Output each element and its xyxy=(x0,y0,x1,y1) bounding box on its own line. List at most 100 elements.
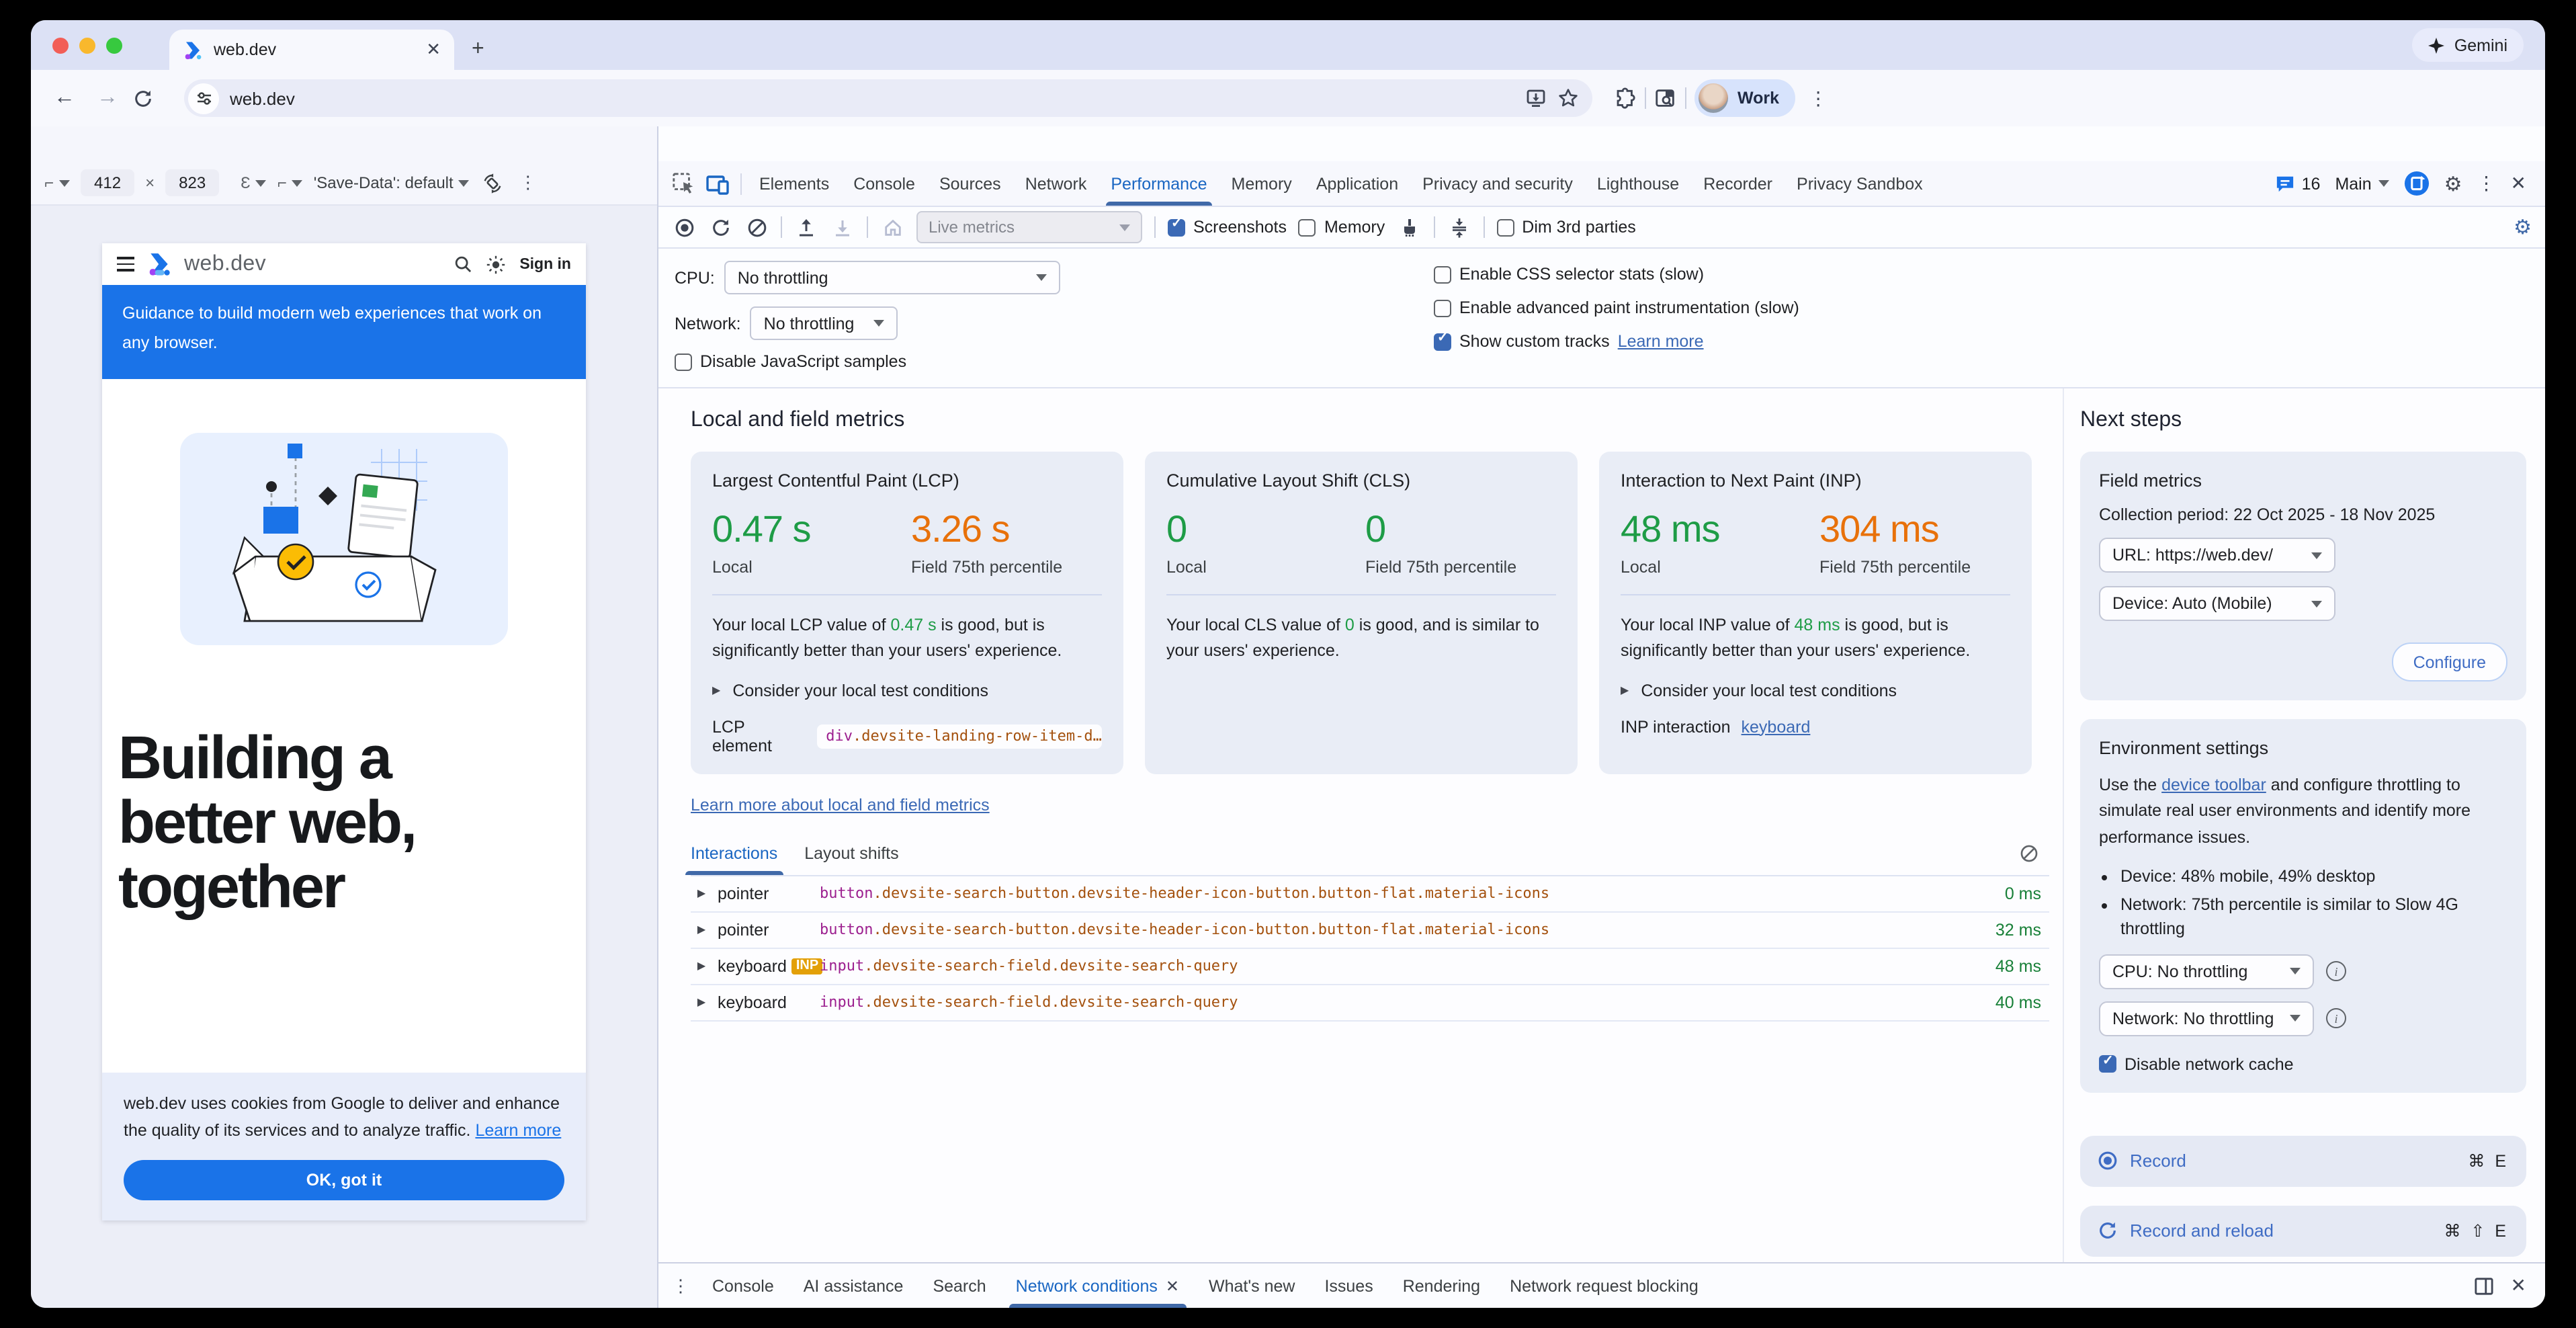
device-width-input[interactable]: 412 xyxy=(81,169,134,196)
theme-toggle-icon[interactable] xyxy=(486,255,505,274)
custom-tracks-checkbox[interactable]: Show custom tracks Learn more xyxy=(1434,332,1799,351)
drawer-tab-rendering[interactable]: Rendering xyxy=(1388,1263,1495,1308)
device-posture-icon[interactable] xyxy=(2404,171,2430,196)
tab-console[interactable]: Console xyxy=(841,161,927,206)
interaction-row[interactable]: ▶ pointer button.devsite-search-button.d… xyxy=(691,876,2049,912)
inp-interaction-link[interactable]: keyboard xyxy=(1742,717,1811,736)
cpu-info-icon[interactable]: i xyxy=(2326,961,2346,981)
inspect-element-icon[interactable] xyxy=(665,166,700,201)
disable-network-cache-box[interactable] xyxy=(2099,1055,2116,1073)
metrics-learn-more-link[interactable]: Learn more about local and field metrics xyxy=(691,795,990,814)
cookie-ok-button[interactable]: OK, got it xyxy=(124,1160,564,1200)
interaction-row[interactable]: ▶ keyboardINP input.devsite-search-field… xyxy=(691,948,2049,985)
tab-memory[interactable]: Memory xyxy=(1219,161,1304,206)
record-and-reload-button[interactable]: Record and reload ⌘ ⇧ E xyxy=(2080,1205,2526,1256)
device-type-select[interactable]: ⌐ xyxy=(44,173,70,192)
screenshots-checkbox[interactable]: Screenshots xyxy=(1168,218,1287,237)
throttle-select[interactable]: ⌐ xyxy=(277,173,303,192)
css-selector-stats-box[interactable] xyxy=(1434,265,1451,283)
profile-button[interactable]: Work xyxy=(1694,79,1795,117)
tab-layout-shifts[interactable]: Layout shifts xyxy=(804,833,898,874)
capture-settings-icon[interactable]: ⚙ xyxy=(2514,215,2532,239)
url-bar[interactable]: web.dev xyxy=(184,79,1592,117)
record-icon[interactable] xyxy=(672,217,696,237)
drawer-tab-whats-new[interactable]: What's new xyxy=(1194,1263,1310,1308)
cookie-learn-more-link[interactable]: Learn more xyxy=(475,1121,561,1140)
webdev-logo-text[interactable]: web.dev xyxy=(184,252,266,276)
lcp-element-link[interactable]: div.devsite-landing-row-item-d… xyxy=(816,724,1102,748)
device-toolbar-menu-icon[interactable]: ⋮ xyxy=(514,172,542,194)
row-expand-icon[interactable]: ▶ xyxy=(691,887,712,899)
devtools-settings-icon[interactable]: ⚙ xyxy=(2444,171,2462,196)
tab-close-icon[interactable]: ✕ xyxy=(426,39,441,60)
interaction-row[interactable]: ▶ pointer button.devsite-search-button.d… xyxy=(691,912,2049,948)
disable-js-samples-checkbox[interactable]: Disable JavaScript samples xyxy=(675,352,1434,371)
drawer-tab-close-icon[interactable]: ✕ xyxy=(1166,1276,1179,1295)
device-toolbar-toggle-icon[interactable] xyxy=(700,166,735,201)
minimize-window-button[interactable] xyxy=(79,38,95,54)
dock-side-icon[interactable] xyxy=(2475,1276,2495,1295)
clear-log-icon[interactable] xyxy=(2020,844,2038,863)
record-button[interactable]: Record ⌘ E xyxy=(2080,1135,2526,1186)
paint-instrumentation-checkbox[interactable]: Enable advanced paint instrumentation (s… xyxy=(1434,298,1799,317)
drawer-tab-ai-assistance[interactable]: AI assistance xyxy=(789,1263,918,1308)
disable-network-cache-checkbox[interactable]: Disable network cache xyxy=(2099,1054,2507,1073)
env-cpu-select[interactable]: CPU: No throttling xyxy=(2099,954,2314,989)
drawer-tab-network-request-blocking[interactable]: Network request blocking xyxy=(1495,1263,1713,1308)
memory-checkbox[interactable]: Memory xyxy=(1299,218,1385,237)
browser-menu-icon[interactable]: ⋮ xyxy=(1803,87,1833,110)
memory-checkbox-box[interactable] xyxy=(1299,218,1316,236)
browser-tab[interactable]: web.dev ✕ xyxy=(169,30,454,70)
reload-button[interactable] xyxy=(133,88,168,108)
dim-3rd-parties-checkbox-box[interactable] xyxy=(1496,218,1514,236)
tab-privacy-security[interactable]: Privacy and security xyxy=(1410,161,1585,206)
close-window-button[interactable] xyxy=(52,38,69,54)
custom-tracks-learn-more-link[interactable]: Learn more xyxy=(1618,332,1704,351)
tab-network[interactable]: Network xyxy=(1013,161,1099,206)
screenshots-checkbox-box[interactable] xyxy=(1168,218,1185,236)
rotate-device-icon[interactable] xyxy=(483,173,503,193)
lcp-consider-disclosure[interactable]: ▶ Consider your local test conditions xyxy=(712,681,1102,700)
row-expand-icon[interactable]: ▶ xyxy=(691,996,712,1008)
drawer-menu-icon[interactable]: ⋮ xyxy=(672,1275,697,1296)
new-tab-button[interactable]: + xyxy=(472,38,484,62)
extensions-icon[interactable] xyxy=(1614,87,1637,110)
site-settings-icon[interactable] xyxy=(188,83,219,114)
row-expand-icon[interactable]: ▶ xyxy=(691,960,712,972)
configure-button[interactable]: Configure xyxy=(2392,642,2507,681)
sign-in-button[interactable]: Sign in xyxy=(519,256,571,272)
forward-button[interactable]: → xyxy=(90,86,125,110)
install-app-icon[interactable] xyxy=(1525,87,1547,109)
tab-sources[interactable]: Sources xyxy=(927,161,1013,206)
bookmark-star-icon[interactable] xyxy=(1557,87,1579,109)
paint-instrumentation-box[interactable] xyxy=(1434,299,1451,317)
tab-elements[interactable]: Elements xyxy=(747,161,841,206)
custom-tracks-box[interactable] xyxy=(1434,333,1451,350)
cpu-throttling-select[interactable]: No throttling xyxy=(724,261,1060,294)
live-metrics-home-icon[interactable] xyxy=(880,217,904,237)
search-tabs-icon[interactable] xyxy=(1654,87,1677,110)
network-info-icon[interactable]: i xyxy=(2326,1008,2346,1028)
tab-recorder[interactable]: Recorder xyxy=(1691,161,1785,206)
device-toolbar-link[interactable]: device toolbar xyxy=(2161,776,2266,794)
tab-interactions[interactable]: Interactions xyxy=(691,833,777,874)
gemini-button[interactable]: Gemini xyxy=(2413,28,2524,62)
tab-lighthouse[interactable]: Lighthouse xyxy=(1585,161,1691,206)
field-device-select[interactable]: Device: Auto (Mobile) xyxy=(2099,586,2335,621)
devtools-menu-icon[interactable]: ⋮ xyxy=(2477,172,2496,195)
site-search-icon[interactable] xyxy=(454,255,471,273)
network-throttling-select[interactable]: No throttling xyxy=(750,306,898,340)
hamburger-menu-icon[interactable] xyxy=(117,257,134,272)
tab-application[interactable]: Application xyxy=(1304,161,1410,206)
row-expand-icon[interactable]: ▶ xyxy=(691,923,712,936)
save-data-select[interactable]: 'Save-Data': default xyxy=(314,173,470,192)
throttling-icon[interactable] xyxy=(1447,217,1471,237)
maximize-window-button[interactable] xyxy=(106,38,122,54)
device-height-input[interactable]: 823 xyxy=(165,169,219,196)
zoom-select[interactable]: Ɛ xyxy=(241,173,267,192)
dim-3rd-parties-checkbox[interactable]: Dim 3rd parties xyxy=(1496,218,1636,237)
tab-privacy-sandbox[interactable]: Privacy Sandbox xyxy=(1785,161,1935,206)
record-reload-icon[interactable] xyxy=(708,217,732,237)
clear-icon[interactable] xyxy=(744,217,769,237)
css-selector-stats-checkbox[interactable]: Enable CSS selector stats (slow) xyxy=(1434,265,1799,284)
